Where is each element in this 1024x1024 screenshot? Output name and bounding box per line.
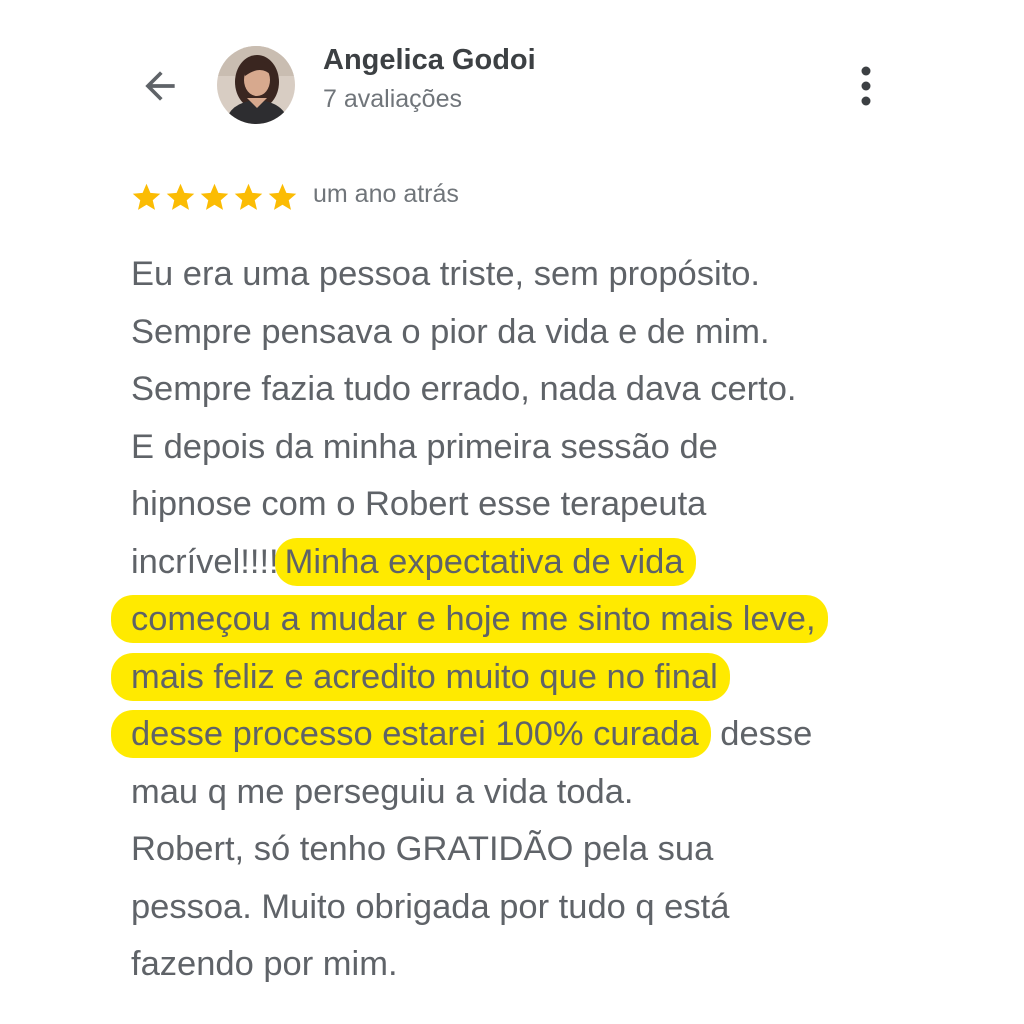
review-line: começou a mudar e hoje me sinto mais lev… [111,591,971,649]
review-line: fazendo por mim. [131,945,398,983]
review-line: mau q me perseguiu a vida toda. [131,772,634,811]
review-line: mais feliz e acredito muito que no final [111,649,971,707]
reviewer-name[interactable]: Angelica Godoi [323,44,536,77]
highlighted-text: começou a mudar e hoje me sinto mais lev… [111,595,828,643]
more-options-button[interactable] [842,60,890,112]
review-line: Eu era uma pessoa triste, sem propósito. [131,255,760,293]
avatar-photo [217,46,295,124]
avatar[interactable] [217,46,295,124]
star-icon [166,183,195,210]
back-button[interactable] [134,60,186,112]
review-line: hipnose com o Robert esse terapeuta [131,485,707,523]
review-time: um ano atrás [313,180,459,208]
highlighted-text: desse processo estarei 100% curada [111,710,711,758]
highlighted-text: Minha expectativa de vida [274,537,696,586]
review-text: Eu era uma pessoa triste, sem propósito.… [111,246,971,994]
star-icon [200,183,229,210]
more-vert-icon [861,66,871,106]
review-line: Sempre fazia tudo errado, nada dava cert… [131,370,797,408]
star-icon [268,183,297,210]
star-icon [234,183,263,210]
review-count: 7 avaliações [323,85,462,113]
review-text-segment: incrível!!!! [131,542,279,581]
highlighted-text: mais feliz e acredito muito que no final [111,652,730,701]
review-text-segment: desse [710,715,813,753]
review-line: pessoa. Muito obrigada por tudo q está [131,887,730,926]
arrow-left-icon [145,71,175,101]
review-line: Sempre pensava o pior da vida e de mim. [131,312,770,351]
review-line: incrível!!!! Minha expectativa de vida [131,534,971,592]
star-rating [130,180,300,214]
review-line: desse processo estarei 100% curada desse [111,706,971,764]
review-line: Robert, só tenho GRATIDÃO pela sua [131,830,714,868]
star-icon [132,183,161,210]
review-line: E depois da minha primeira sessão de [131,427,718,466]
